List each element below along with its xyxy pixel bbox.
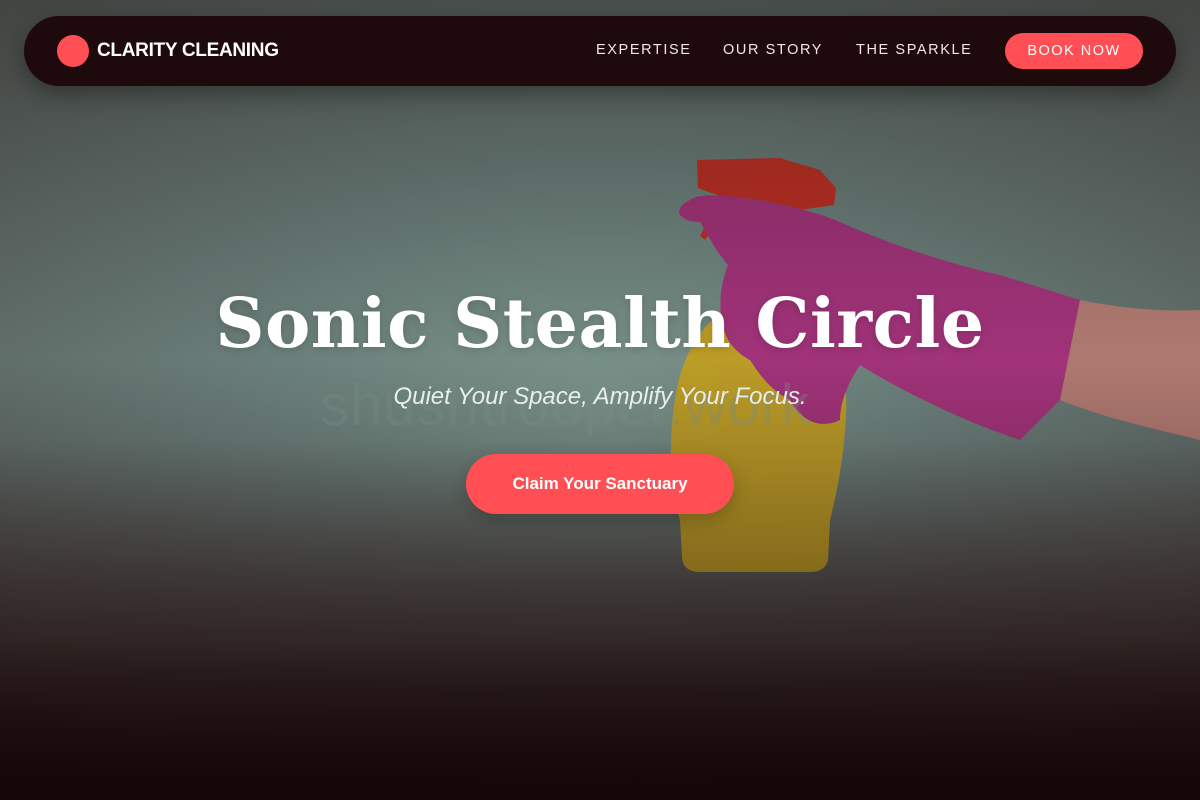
hero-subheadline: Quiet Your Space, Amplify Your Focus. bbox=[393, 383, 807, 410]
logo-icon[interactable] bbox=[57, 35, 89, 67]
hero-headline: Sonic Stealth Circle bbox=[215, 284, 985, 364]
nav-link-expertise[interactable]: EXPERTISE bbox=[596, 42, 692, 58]
brand-name[interactable]: CLARITY CLEANING bbox=[97, 40, 279, 62]
nav-link-the-sparkle[interactable]: THE SPARKLE bbox=[856, 42, 972, 58]
claim-sanctuary-button[interactable]: Claim Your Sanctuary bbox=[466, 454, 734, 514]
book-now-button[interactable]: BOOK NOW bbox=[1005, 33, 1143, 69]
nav-link-our-story[interactable]: OUR STORY bbox=[723, 42, 823, 58]
top-navbar: CLARITY CLEANING EXPERTISE OUR STORY THE… bbox=[24, 16, 1176, 86]
